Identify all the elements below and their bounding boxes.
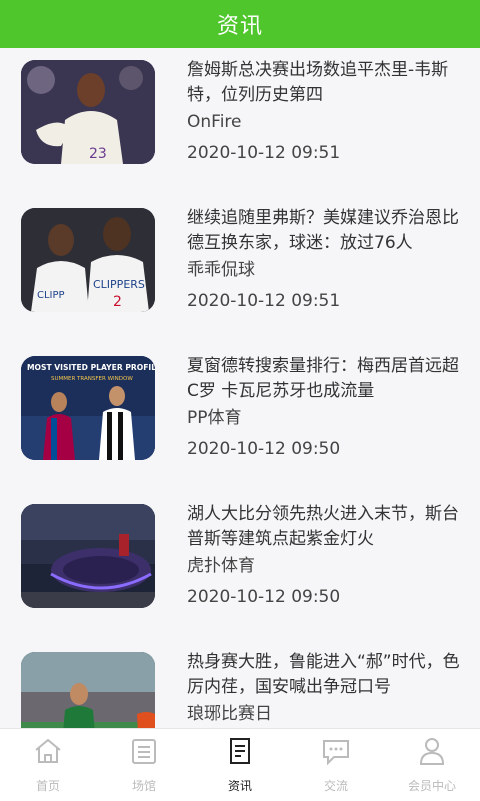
arena-night-photo: [21, 504, 155, 608]
news-source: OnFire: [187, 112, 242, 132]
user-icon: [419, 738, 445, 765]
page-title: 资讯: [216, 14, 263, 39]
news-item[interactable]: 热身赛大胜，鲁能进入“郝”时代，色厉内荏，国安喊出争冠口号 琅琊比赛日: [0, 640, 480, 728]
tab-label: 交流: [323, 779, 348, 793]
news-item[interactable]: CLIPPERS CLIPP 2 继续追随里弗斯？美媒建议乔治恩比德互换东家，球…: [0, 196, 480, 332]
chat-icon: [323, 740, 349, 766]
news-title[interactable]: 热身赛大胜，鲁能进入“郝”时代，色厉内荏，国安喊出争冠口号: [187, 650, 462, 700]
svg-text:CLIPP: CLIPP: [37, 290, 65, 301]
news-time: 2020-10-12 09:51: [187, 143, 341, 163]
news-source: PP体育: [187, 408, 242, 428]
clippers-players-photo: CLIPPERS CLIPP 2: [21, 208, 155, 312]
tab-home[interactable]: 首页: [0, 729, 96, 801]
tab-venue[interactable]: 场馆: [96, 729, 192, 801]
svg-text:2: 2: [113, 294, 122, 310]
news-title[interactable]: 夏窗德转搜索量排行：梅西居首远超C罗 卡瓦尼苏牙也成流量: [187, 354, 462, 404]
tab-label: 首页: [35, 779, 60, 793]
news-title[interactable]: 詹姆斯总决赛出场数追平杰里-韦斯特，位列历史第四: [187, 58, 462, 108]
tab-news[interactable]: 资讯: [192, 729, 288, 801]
news-source: 乖乖侃球: [187, 260, 255, 280]
page-header: 资讯: [0, 0, 480, 48]
venue-icon: [132, 739, 156, 764]
soccer-player-photo: [21, 652, 155, 728]
news-item[interactable]: 23 詹姆斯总决赛出场数追平杰里-韦斯特，位列历史第四 OnFire 2020-…: [0, 48, 480, 184]
news-source: 琅琊比赛日: [187, 704, 272, 724]
news-time: 2020-10-12 09:51: [187, 291, 341, 311]
news-time: 2020-10-12 09:50: [187, 587, 341, 607]
transfer-window-graphic: MOST VISITED PLAYER PROFILES SUMMER TRAN…: [21, 356, 155, 460]
news-icon: [230, 738, 250, 764]
home-icon: [35, 738, 61, 763]
svg-text:23: 23: [89, 146, 107, 162]
news-item[interactable]: 湖人大比分领先热火进入末节，斯台普斯等建筑点起紫金灯火 虎扑体育 2020-10…: [0, 492, 480, 628]
tab-label: 场馆: [131, 779, 156, 793]
tab-label: 会员中心: [407, 779, 456, 793]
tab-label: 资讯: [227, 779, 252, 793]
news-title[interactable]: 湖人大比分领先热火进入末节，斯台普斯等建筑点起紫金灯火: [187, 502, 462, 552]
svg-text:CLIPPERS: CLIPPERS: [93, 278, 145, 291]
news-title[interactable]: 继续追随里弗斯？美媒建议乔治恩比德互换东家，球迷：放过76人: [187, 206, 462, 256]
tab-member[interactable]: 会员中心: [384, 729, 480, 801]
news-source: 虎扑体育: [187, 556, 255, 576]
news-list[interactable]: 23 詹姆斯总决赛出场数追平杰里-韦斯特，位列历史第四 OnFire 2020-…: [0, 48, 480, 728]
news-time: 2020-10-12 09:50: [187, 439, 341, 459]
bottom-tab-bar: 首页 场馆 资讯 交流 会员中心: [0, 728, 480, 801]
tab-chat[interactable]: 交流: [288, 729, 384, 801]
basketball-player-photo: 23: [21, 60, 155, 164]
graphic-subheadline: SUMMER TRANSFER WINDOW: [51, 376, 133, 382]
graphic-headline: MOST VISITED PLAYER PROFILES: [27, 363, 155, 372]
news-item[interactable]: MOST VISITED PLAYER PROFILES SUMMER TRAN…: [0, 344, 480, 480]
